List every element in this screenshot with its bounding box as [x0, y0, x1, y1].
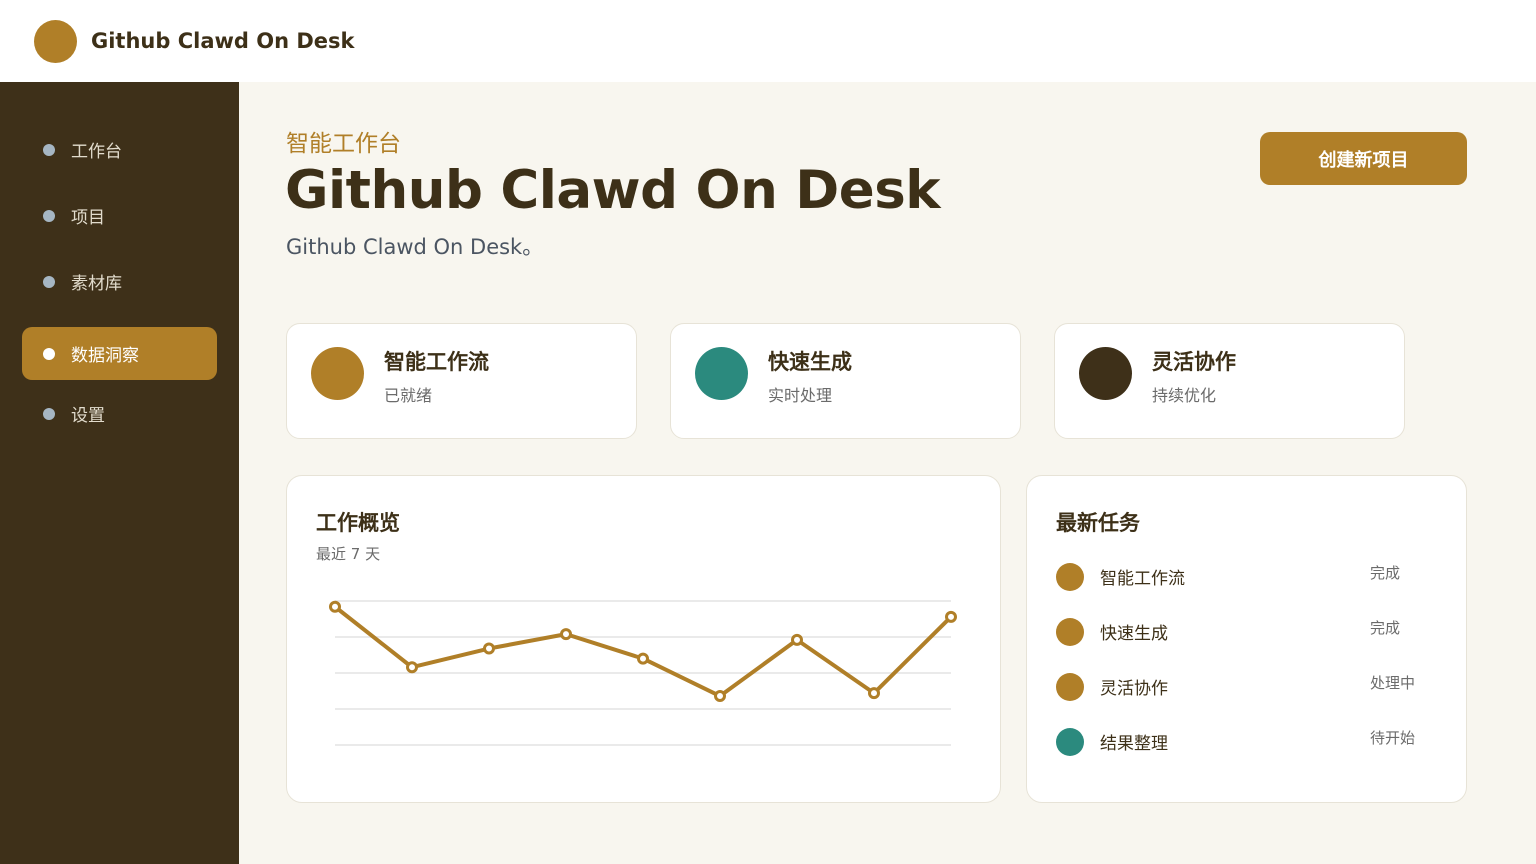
stat-title: 快速生成 — [768, 350, 852, 374]
stat-subtitle: 已就绪 — [384, 386, 433, 405]
task-status: 完成 — [1370, 564, 1401, 582]
task-name: 智能工作流 — [1100, 569, 1185, 589]
sidebar-item-label: 设置 — [71, 406, 105, 426]
task-status-icon — [1056, 618, 1084, 646]
bullet-icon — [43, 347, 55, 360]
task-status: 处理中 — [1370, 674, 1416, 692]
overview-line-chart — [329, 600, 957, 746]
task-name: 快速生成 — [1100, 624, 1168, 644]
task-item[interactable]: 灵活协作 处理中 — [1056, 671, 1436, 701]
stat-card: 灵活协作 持续优化 — [1054, 323, 1405, 439]
task-item[interactable]: 结果整理 待开始 — [1056, 726, 1436, 756]
task-name: 灵活协作 — [1100, 679, 1168, 699]
sidebar-item-label: 素材库 — [71, 274, 122, 294]
task-item[interactable]: 快速生成 完成 — [1056, 616, 1436, 646]
stat-card: 快速生成 实时处理 — [670, 323, 1021, 439]
task-name: 结果整理 — [1100, 734, 1168, 754]
create-project-button[interactable]: 创建新项目 — [1260, 132, 1467, 185]
task-item[interactable]: 智能工作流 完成 — [1056, 561, 1436, 591]
sidebar-item-label: 项目 — [71, 208, 105, 228]
chart-point — [791, 633, 803, 646]
sidebar-item-settings[interactable]: 设置 — [22, 387, 217, 440]
chart-point — [714, 690, 726, 703]
task-status: 完成 — [1370, 619, 1401, 637]
stat-title: 智能工作流 — [384, 350, 489, 374]
page-title: Github Clawd On Desk — [285, 160, 941, 221]
stat-title: 灵活协作 — [1152, 350, 1236, 374]
sidebar: 工作台 项目 素材库 数据洞察 设置 — [0, 82, 239, 864]
sidebar-item-label: 工作台 — [71, 142, 122, 162]
stat-subtitle: 实时处理 — [768, 386, 833, 405]
chart-series-line — [333, 605, 953, 699]
bullet-icon — [43, 143, 55, 156]
top-bar: Github Clawd On Desk — [0, 0, 1536, 82]
task-status: 待开始 — [1370, 729, 1416, 747]
sidebar-item-workbench[interactable]: 工作台 — [22, 123, 217, 176]
chart-point — [483, 642, 495, 655]
chart-point — [637, 652, 649, 665]
app-title: Github Clawd On Desk — [91, 29, 355, 53]
overview-card: 工作概览 最近 7 天 — [286, 475, 1001, 803]
bullet-icon — [43, 209, 55, 222]
task-status-icon — [1056, 728, 1084, 756]
page-subtitle: Github Clawd On Desk。 — [286, 235, 544, 259]
bullet-icon — [43, 407, 55, 420]
sidebar-item-insights[interactable]: 数据洞察 — [22, 327, 217, 380]
stat-circle-icon — [695, 347, 748, 400]
bullet-icon — [43, 275, 55, 288]
sidebar-item-projects[interactable]: 项目 — [22, 189, 217, 242]
stat-circle-icon — [311, 347, 364, 400]
tasks-title: 最新任务 — [1056, 511, 1140, 535]
chart-point — [560, 628, 572, 641]
stat-circle-icon — [1079, 347, 1132, 400]
chart-point — [406, 661, 418, 674]
stat-subtitle: 持续优化 — [1152, 386, 1217, 405]
task-status-icon — [1056, 563, 1084, 591]
stat-card: 智能工作流 已就绪 — [286, 323, 637, 439]
chart-point — [945, 610, 957, 623]
sidebar-item-assets[interactable]: 素材库 — [22, 255, 217, 308]
chart-point — [329, 600, 341, 613]
page-eyebrow: 智能工作台 — [286, 131, 401, 157]
task-status-icon — [1056, 673, 1084, 701]
sidebar-item-label: 数据洞察 — [71, 346, 139, 366]
app-logo — [34, 19, 77, 63]
tasks-card: 最新任务 智能工作流 完成 快速生成 完成 灵活协作 处理中 结果整理 待开始 — [1026, 475, 1467, 803]
chart-point — [868, 687, 880, 700]
